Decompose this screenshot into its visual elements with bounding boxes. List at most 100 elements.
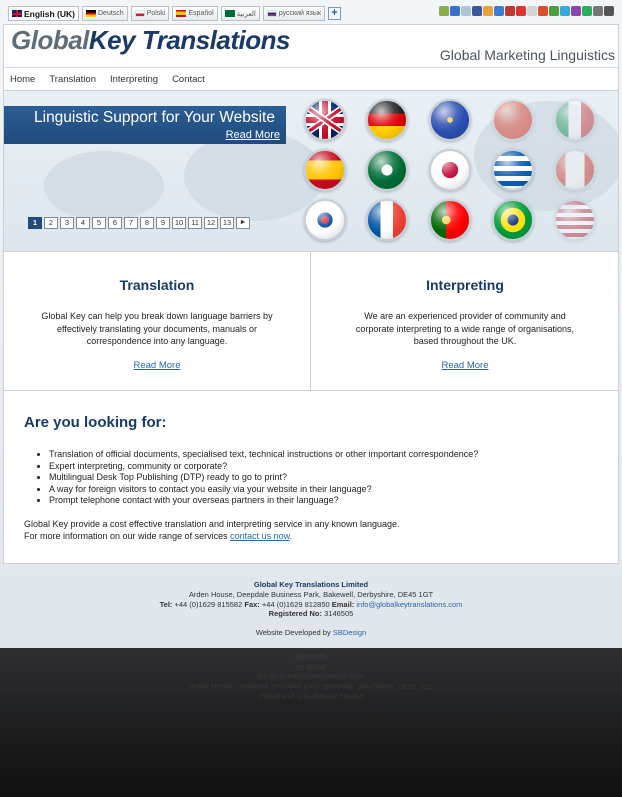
technorati-icon[interactable] [549, 6, 559, 16]
reddit-icon[interactable] [527, 6, 537, 16]
canada-flag-icon [554, 149, 596, 191]
list-item: Expert interpreting, community or corpor… [49, 461, 618, 473]
pager-page-7[interactable]: 7 [124, 217, 138, 229]
slider-pager: 1 2 3 4 5 6 7 8 9 10 11 12 13 ► [28, 217, 250, 229]
portugal-flag-icon [429, 199, 471, 241]
list-item: Translation of official documents, speci… [49, 449, 618, 461]
nav-home[interactable]: Home [10, 74, 35, 85]
pager-page-13[interactable]: 13 [220, 217, 234, 229]
list-item: Multilingual Desk Top Publishing (DTP) r… [49, 472, 618, 484]
spain-flag-icon [176, 10, 187, 17]
nav-translation[interactable]: Translation [49, 74, 96, 85]
favorites-icon[interactable] [483, 6, 493, 16]
flag-grid [304, 99, 618, 245]
stumbleupon-icon[interactable] [538, 6, 548, 16]
main-page: GlobalKey Translations Global Marketing … [3, 24, 619, 564]
lang-deutsch[interactable]: Deutsch [82, 6, 128, 21]
uk-flag-icon [12, 10, 22, 17]
language-bar: English (UK) Deutsch Polski Español العر… [8, 6, 341, 21]
pager-page-6[interactable]: 6 [108, 217, 122, 229]
lang-label: Deutsch [98, 10, 124, 17]
russia-flag-icon [266, 10, 277, 17]
share-icons [439, 6, 614, 16]
live-icon[interactable] [582, 6, 592, 16]
services-summary: Global Key provide a cost effective tran… [24, 518, 618, 543]
print-icon[interactable] [593, 6, 603, 16]
myspace-icon[interactable] [516, 6, 526, 16]
pager-page-9[interactable]: 9 [156, 217, 170, 229]
developer-link[interactable]: SBDesign [333, 628, 366, 637]
mixx-icon[interactable] [505, 6, 515, 16]
reflect-email: info@globalkeytranslations.com [258, 672, 364, 682]
eu-flag-icon [429, 99, 471, 141]
email-icon[interactable] [604, 6, 614, 16]
reflect-reg: 3146505 [296, 662, 326, 672]
fax-label: Fax: [244, 599, 260, 609]
spain-flag-icon [304, 149, 346, 191]
translation-read-more-link[interactable]: Read More [134, 360, 181, 371]
pager-page-2[interactable]: 2 [44, 217, 58, 229]
lang-espanol[interactable]: Español [172, 6, 218, 21]
summary-line-1: Global Key provide a cost effective tran… [24, 518, 400, 529]
list-item: A way for foreign visitors to contact yo… [49, 484, 618, 496]
share-icon[interactable] [439, 6, 449, 16]
pager-next-button[interactable]: ► [236, 217, 250, 229]
lang-english[interactable]: English (UK) [8, 6, 79, 21]
hero-slider: Linguistic Support for Your Website Read… [4, 90, 618, 252]
japan-flag-icon [429, 149, 471, 191]
reflect-dev: SBDesign [294, 652, 328, 662]
lang-label: Polski [146, 10, 166, 17]
pager-page-10[interactable]: 10 [172, 217, 186, 229]
pager-page-4[interactable]: 4 [76, 217, 90, 229]
looking-for-title: Are you looking for: [24, 414, 167, 431]
pager-page-3[interactable]: 3 [60, 217, 74, 229]
saudi-flag-icon [366, 149, 408, 191]
twitter-icon[interactable] [560, 6, 570, 16]
pager-page-1[interactable]: 1 [28, 217, 42, 229]
yahoo-icon[interactable] [571, 6, 581, 16]
pager-page-11[interactable]: 11 [188, 217, 202, 229]
footer-reflection: Global Key Translations Limited Arden Ho… [0, 652, 622, 797]
pager-page-5[interactable]: 5 [92, 217, 106, 229]
add-language-button[interactable]: + [327, 7, 341, 20]
pager-page-8[interactable]: 8 [140, 217, 154, 229]
google-icon[interactable] [494, 6, 504, 16]
lang-russian[interactable]: русский язык [262, 6, 325, 21]
dev-prefix: Website Developed by [255, 628, 333, 638]
email-link[interactable]: info@globalkeytranslations.com [356, 600, 462, 609]
nav-contact[interactable]: Contact [172, 74, 205, 85]
germany-flag-icon [86, 10, 96, 17]
digg-icon[interactable] [461, 6, 471, 16]
facebook-icon[interactable] [472, 6, 482, 16]
email-label: Email: [331, 599, 355, 609]
hero-read-more-link[interactable]: Read More [226, 129, 280, 141]
lang-arabic[interactable]: العربية [220, 6, 260, 21]
interpreting-title: Interpreting [426, 277, 504, 293]
summary-period: . [289, 531, 293, 542]
delicious-icon[interactable] [450, 6, 460, 16]
fax-value: +44 (0)1629 812850 [261, 599, 330, 609]
logo-part-global: Global [11, 25, 89, 55]
tel-value: +44 (0)1629 815582 [174, 599, 243, 609]
main-nav: Home Translation Interpreting Contact [4, 67, 618, 90]
interpreting-read-more-link[interactable]: Read More [442, 360, 489, 371]
site-logo[interactable]: GlobalKey Translations [11, 25, 290, 56]
china-flag-icon [492, 99, 534, 141]
saudi-flag-icon [224, 10, 235, 17]
interpreting-column: Interpreting We are an experienced provi… [312, 252, 618, 390]
tagline: Global Marketing Linguistics [439, 47, 615, 63]
reflection-content: Global Key Translations Limited Arden Ho… [0, 652, 622, 701]
footer-developer: Website Developed by SBDesign [0, 628, 622, 638]
reflect-address: Arden House, Deepdale Business Park, Bak… [188, 682, 434, 692]
hero-title: Linguistic Support for Your Website [34, 109, 275, 126]
pager-page-12[interactable]: 12 [204, 217, 218, 229]
list-item: Prompt telephone contact with your overs… [49, 495, 618, 507]
lang-polski[interactable]: Polski [130, 6, 170, 21]
nav-interpreting[interactable]: Interpreting [110, 74, 158, 85]
contact-us-link[interactable]: contact us now [230, 531, 290, 541]
header: GlobalKey Translations Global Marketing … [4, 25, 618, 90]
logo-part-key: Key Translations [88, 25, 291, 55]
footer: Global Key Translations Limited Arden Ho… [0, 580, 622, 638]
translation-title: Translation [119, 277, 195, 293]
reflect-company: Global Key Translations Limited [258, 691, 364, 701]
